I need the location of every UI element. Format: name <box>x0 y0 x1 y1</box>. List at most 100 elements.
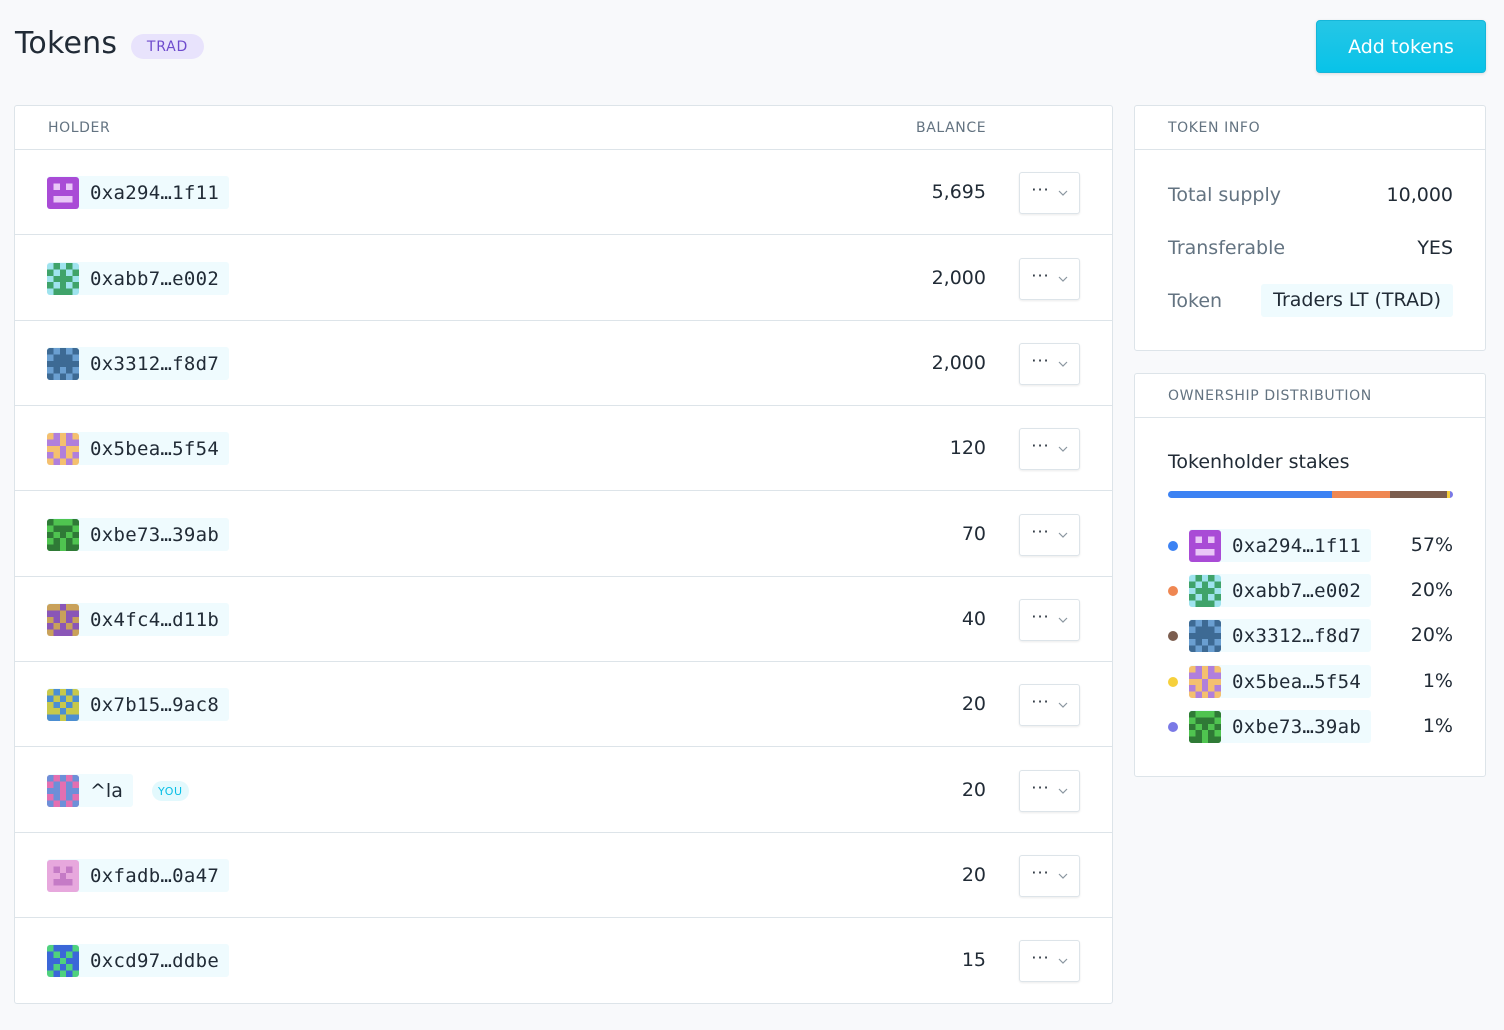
stake-row: 0xa294…1f11 57% <box>1168 529 1453 562</box>
holder-address: 0xabb7…e002 <box>90 267 220 290</box>
column-header-holder: HOLDER <box>48 119 111 136</box>
table-row: 0xfadb…0a47 20 ··· <box>15 833 1112 918</box>
stake-identity[interactable]: 0xabb7…e002 <box>1189 574 1372 607</box>
holder-balance: 2,000 <box>931 267 986 289</box>
more-icon: ··· <box>1031 863 1050 882</box>
column-header-balance: BALANCE <box>916 119 987 136</box>
row-actions-button[interactable]: ··· <box>1019 855 1080 897</box>
stake-percent: 1% <box>1422 670 1453 692</box>
identicon-avatar <box>47 262 79 295</box>
stake-identity[interactable]: 0xa294…1f11 <box>1189 529 1372 562</box>
holder-identity[interactable]: 0xcd97…ddbe <box>47 944 230 977</box>
stake-identity[interactable]: 0xbe73…39ab <box>1189 710 1372 743</box>
table-row: 0x3312…f8d7 2,000 ··· <box>15 321 1112 406</box>
stakes-bar <box>1168 491 1453 498</box>
stake-row: 0xabb7…e002 20% <box>1168 574 1453 607</box>
identicon-avatar <box>47 518 79 551</box>
holder-balance: 20 <box>961 693 986 715</box>
row-actions-button[interactable]: ··· <box>1019 258 1080 300</box>
row-actions-button[interactable]: ··· <box>1019 343 1080 385</box>
more-icon: ··· <box>1031 948 1050 967</box>
table-row: 0x4fc4…d11b 40 ··· <box>15 577 1112 662</box>
stake-identity[interactable]: 0x5bea…5f54 <box>1189 665 1372 698</box>
identicon-avatar <box>47 432 79 465</box>
identicon-avatar <box>47 944 79 977</box>
holder-identity[interactable]: 0x4fc4…d11b <box>47 603 230 636</box>
more-icon: ··· <box>1031 778 1050 797</box>
identicon-avatar <box>1189 574 1221 607</box>
table-row: 0xbe73…39ab 70 ··· <box>15 492 1112 577</box>
holder-balance: 15 <box>961 949 986 971</box>
identicon-avatar <box>1189 619 1221 652</box>
transferable-label: Transferable <box>1168 237 1286 259</box>
holder-balance: 120 <box>949 437 986 459</box>
chevron-down-icon <box>1058 532 1068 538</box>
chevron-down-icon <box>1058 617 1068 623</box>
stake-identity[interactable]: 0x3312…f8d7 <box>1189 619 1372 652</box>
row-actions-button[interactable]: ··· <box>1019 684 1080 726</box>
transferable-value: YES <box>1417 237 1453 259</box>
chevron-down-icon <box>1058 873 1068 879</box>
table-row: 0xabb7…e002 2,000 ··· <box>15 236 1112 321</box>
identicon-avatar <box>1189 665 1221 698</box>
holder-address: 0xcd97…ddbe <box>90 949 220 972</box>
token-chip[interactable]: Traders LT (TRAD) <box>1261 284 1453 317</box>
holder-identity[interactable]: 0xbe73…39ab <box>47 518 230 551</box>
holder-identity[interactable]: 0x7b15…9ac8 <box>47 688 230 721</box>
holder-balance: 2,000 <box>931 352 986 374</box>
row-actions-button[interactable]: ··· <box>1019 940 1080 982</box>
row-actions-button[interactable]: ··· <box>1019 428 1080 470</box>
total-supply-value: 10,000 <box>1386 184 1453 206</box>
holder-address: 0x4fc4…d11b <box>90 608 220 631</box>
stake-row: 0x3312…f8d7 20% <box>1168 619 1453 652</box>
stake-percent: 57% <box>1410 534 1453 556</box>
holder-balance: 20 <box>961 864 986 886</box>
identicon-avatar <box>47 859 79 892</box>
holder-address: 0x5bea…5f54 <box>90 437 220 460</box>
stake-bar-segment <box>1450 491 1453 498</box>
table-row: 0xcd97…ddbe 15 ··· <box>15 918 1112 1003</box>
stake-bar-segment <box>1389 491 1448 498</box>
more-icon: ··· <box>1031 692 1050 711</box>
page-title: Tokens <box>15 26 118 61</box>
holder-identity[interactable]: 0xfadb…0a47 <box>47 859 230 892</box>
chevron-down-icon <box>1058 276 1068 282</box>
row-actions-button[interactable]: ··· <box>1019 514 1080 556</box>
more-icon: ··· <box>1031 351 1050 370</box>
more-icon: ··· <box>1031 522 1050 541</box>
total-supply-label: Total supply <box>1168 184 1281 206</box>
holder-identity[interactable]: 0xabb7…e002 <box>47 262 230 295</box>
holder-address: 0x3312…f8d7 <box>90 352 220 375</box>
stakes-subtitle: Tokenholder stakes <box>1168 451 1350 473</box>
holder-balance: 70 <box>961 523 986 545</box>
add-tokens-button[interactable]: Add tokens <box>1316 20 1486 73</box>
more-icon: ··· <box>1031 607 1050 626</box>
identicon-avatar <box>1189 529 1221 562</box>
identicon-avatar <box>1189 710 1221 743</box>
holder-identity[interactable]: 0x5bea…5f54 <box>47 432 230 465</box>
stake-bullet <box>1168 541 1178 551</box>
stake-bullet <box>1168 586 1178 596</box>
chevron-down-icon <box>1058 361 1068 367</box>
holder-identity[interactable]: ^la <box>47 774 133 807</box>
stake-address: 0xbe73…39ab <box>1232 715 1362 738</box>
row-actions-button[interactable]: ··· <box>1019 172 1080 214</box>
holder-identity[interactable]: 0xa294…1f11 <box>47 176 230 209</box>
stake-row: 0xbe73…39ab 1% <box>1168 710 1453 743</box>
row-actions-button[interactable]: ··· <box>1019 599 1080 641</box>
chevron-down-icon <box>1058 702 1068 708</box>
total-supply-row: Total supply 10,000 <box>1168 178 1453 212</box>
you-badge: YOU <box>152 781 189 801</box>
holders-table: HOLDER BALANCE 0xa294…1f11 5,695 ··· 0xa… <box>14 105 1113 1004</box>
identicon-avatar <box>47 347 79 380</box>
holder-identity[interactable]: 0x3312…f8d7 <box>47 347 230 380</box>
identicon-avatar <box>47 176 79 209</box>
chevron-down-icon <box>1058 446 1068 452</box>
table-row: ^la YOU 20 ··· <box>15 748 1112 833</box>
chevron-down-icon <box>1058 190 1068 196</box>
stake-address: 0x3312…f8d7 <box>1232 624 1362 647</box>
stake-percent: 1% <box>1422 715 1453 737</box>
stake-bar-segment <box>1168 491 1333 498</box>
row-actions-button[interactable]: ··· <box>1019 770 1080 812</box>
identicon-avatar <box>47 774 79 807</box>
